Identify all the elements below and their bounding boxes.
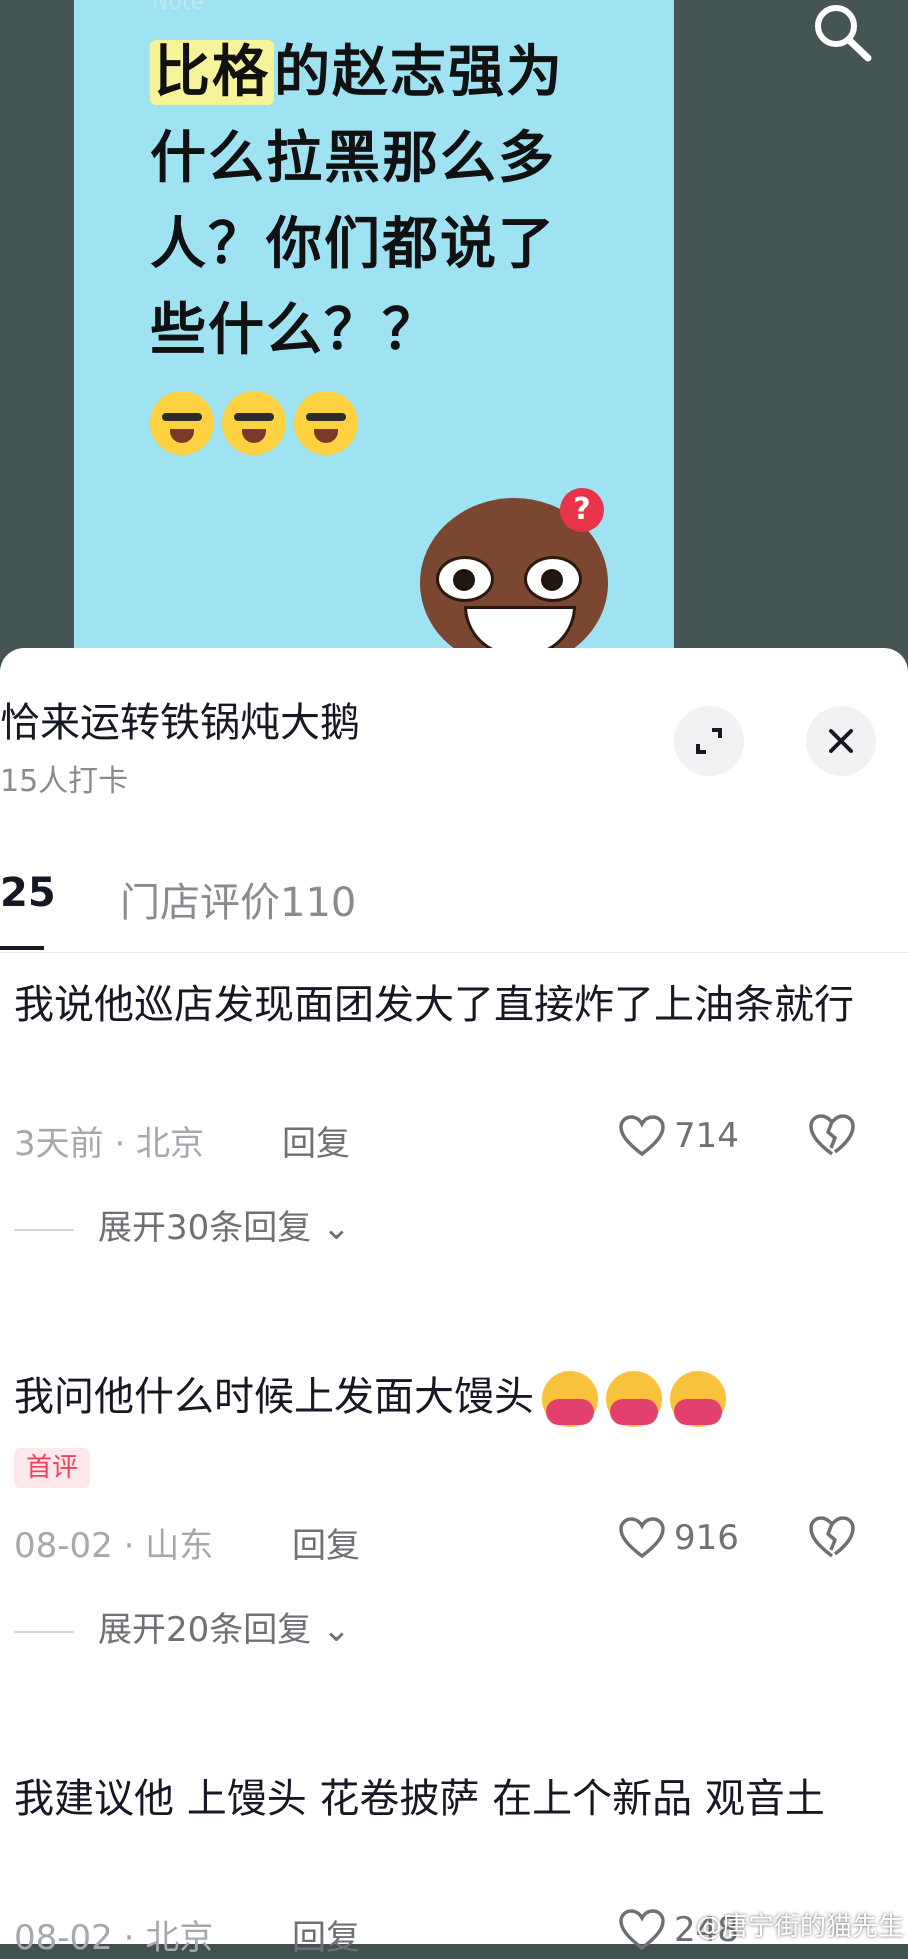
expand-replies-label: 展开30条回复 bbox=[98, 1208, 312, 1248]
first-comment-badge: 首评 bbox=[14, 1448, 91, 1488]
comment-meta: 3天前 · 北京 bbox=[14, 1124, 205, 1164]
comment-meta: 08-02 · 北京 bbox=[14, 1918, 214, 1958]
comment-text-content: 我问他什么时候上发面大馒头 bbox=[14, 1374, 534, 1420]
crying-emoji-icon bbox=[294, 390, 358, 455]
broken-heart-icon[interactable] bbox=[808, 1514, 856, 1560]
reply-button[interactable]: 回复 bbox=[292, 1518, 360, 1567]
note-logo: Note bbox=[152, 0, 205, 15]
hugging-face-emoji-icon bbox=[542, 1371, 598, 1427]
expand-replies-label: 展开20条回复 bbox=[98, 1610, 312, 1650]
tab-store-reviews[interactable]: 门店评价110 bbox=[120, 870, 356, 928]
watermark: @唐宁街的猫先生 bbox=[696, 1912, 905, 1942]
checkin-count: 15人打卡 bbox=[0, 764, 129, 799]
expand-replies[interactable]: 展开30条回复 ⌄ bbox=[14, 1200, 351, 1249]
chevron-down-icon: ⌄ bbox=[311, 1610, 351, 1650]
expand-button[interactable] bbox=[674, 706, 744, 776]
search-icon[interactable] bbox=[808, 0, 876, 68]
heart-icon[interactable] bbox=[618, 1114, 666, 1158]
tab-active-indicator bbox=[0, 946, 44, 950]
title-highlight: 比格 bbox=[150, 40, 274, 105]
heart-icon[interactable] bbox=[618, 1908, 666, 1952]
comment-meta: 08-02 · 山东 bbox=[14, 1526, 214, 1566]
hugging-face-emoji-icon bbox=[606, 1371, 662, 1427]
comment-text[interactable]: 我说他巡店发现面团发大了直接炸了上油条就行 bbox=[14, 974, 874, 1036]
crying-emojis bbox=[150, 377, 366, 463]
hugging-face-emoji-icon bbox=[670, 1371, 726, 1427]
comment-text[interactable]: 我建议他 上馒头 花卷披萨 在上个新品 观音土 bbox=[14, 1768, 874, 1830]
expand-line bbox=[14, 1228, 74, 1231]
store-sheet bbox=[0, 648, 908, 1944]
store-name[interactable]: 恰来运转铁锅炖大鹅 bbox=[0, 690, 360, 748]
expand-replies[interactable]: 展开20条回复 ⌄ bbox=[14, 1602, 351, 1651]
tab-divider bbox=[0, 952, 908, 953]
expand-line bbox=[14, 1630, 74, 1633]
expand-icon bbox=[696, 728, 722, 754]
question-mark-icon: ? bbox=[560, 488, 604, 532]
chevron-down-icon: ⌄ bbox=[311, 1208, 351, 1248]
comment-text[interactable]: 我问他什么时候上发面大馒头 bbox=[14, 1366, 874, 1428]
crying-emoji-icon bbox=[150, 390, 214, 455]
reply-button[interactable]: 回复 bbox=[292, 1910, 360, 1959]
like-count: 714 bbox=[674, 1116, 739, 1156]
close-icon bbox=[829, 729, 853, 753]
note-title: 比格的赵志强为什么拉黑那么多人？你们都说了些什么？？ bbox=[150, 30, 580, 463]
left-eye bbox=[436, 556, 494, 602]
close-button[interactable] bbox=[806, 706, 876, 776]
crying-emoji-icon bbox=[222, 390, 286, 455]
reply-button[interactable]: 回复 bbox=[282, 1116, 350, 1165]
like-count: 916 bbox=[674, 1518, 739, 1558]
heart-icon[interactable] bbox=[618, 1516, 666, 1560]
broken-heart-icon[interactable] bbox=[808, 1112, 856, 1158]
tab-comments[interactable]: 25 bbox=[0, 870, 56, 916]
right-eye bbox=[524, 556, 582, 602]
